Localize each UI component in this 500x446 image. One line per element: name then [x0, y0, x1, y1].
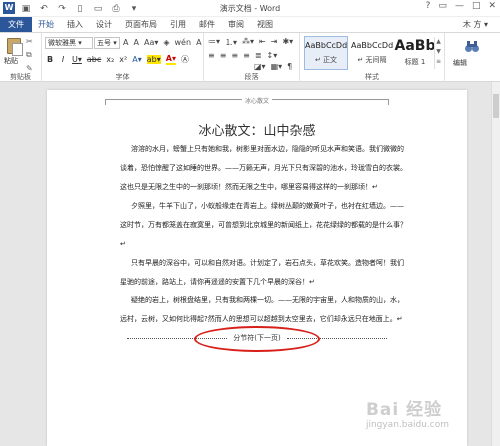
copy-icon[interactable]: ⧉: [26, 50, 33, 60]
style-name: ↵ 正文: [314, 56, 338, 64]
increase-indent-button[interactable]: ⇥: [271, 37, 278, 48]
align-right-button[interactable]: ≡: [231, 51, 238, 60]
tab-design[interactable]: 设计: [96, 17, 112, 33]
tab-review[interactable]: 审阅: [228, 17, 244, 33]
shrink-font-icon[interactable]: A: [133, 38, 138, 47]
title-bar: W ▣ ↶ ↷ ▯ ▭ ⎙ ▾ 演示文档 - Word ? ▭ — □ ✕: [0, 0, 500, 17]
vertical-scrollbar[interactable]: [491, 82, 500, 446]
text-effects-button[interactable]: A▾: [132, 55, 142, 64]
bold-button[interactable]: B: [46, 55, 54, 64]
align-center-button[interactable]: ≡: [220, 51, 227, 60]
help-button[interactable]: ?: [426, 1, 431, 11]
editing-group: 编辑: [445, 33, 500, 83]
find-binoculars-icon[interactable]: [464, 38, 480, 54]
maximize-button[interactable]: □: [472, 1, 481, 11]
bullets-button[interactable]: ≔▾: [208, 37, 220, 48]
styles-group: AaBbCcDd ↵ 正文 AaBbCcDd ↵ 无间隔 AaBb 标题 1 ▲…: [300, 33, 445, 83]
style-sample: AaBb: [394, 38, 436, 54]
underline-button[interactable]: U▾: [72, 55, 82, 64]
ribbon-display-button[interactable]: ▭: [438, 1, 447, 11]
tab-home[interactable]: 开始: [38, 17, 54, 33]
minimize-button[interactable]: —: [455, 1, 464, 11]
highlight-button[interactable]: ab▾: [146, 55, 161, 64]
font-group-label: 字体: [115, 73, 130, 81]
paste-icon[interactable]: [7, 38, 23, 56]
justify-button[interactable]: ≡: [243, 51, 250, 60]
change-case-icon[interactable]: Aa▾: [144, 38, 158, 47]
subscript-button[interactable]: x₂: [106, 55, 114, 64]
ribbon: 粘贴 ✂ ⧉ ✎ 剪贴板 微软雅黑 ▾ 五号 ▾ A A Aa▾ ◈ wén A…: [0, 32, 500, 83]
distributed-button[interactable]: ≣: [255, 51, 262, 60]
paragraph-row-1: ≔▾ ⒈▾ ⁂▾ ⇤ ⇥ ✱▾: [208, 37, 293, 48]
superscript-button[interactable]: x²: [119, 55, 127, 64]
page-header: 冰心散文: [47, 96, 467, 105]
paragraph-group-label: 段落: [244, 73, 259, 81]
watermark-sub: jingyan.baidu.com: [365, 420, 449, 430]
font-format-tools: B I U▾ abc x₂ x² A▾ ab▾ A▾ Ⓐ: [46, 54, 189, 65]
paragraph-row-2: ≡ ≡ ≡ ≡ ≣ ↕▾: [208, 51, 277, 60]
paste-button[interactable]: 粘贴: [4, 56, 18, 66]
user-account[interactable]: 木 方 ▾: [463, 19, 488, 30]
tab-references[interactable]: 引用: [170, 17, 186, 33]
numbering-button[interactable]: ⒈▾: [225, 37, 237, 48]
borders-button[interactable]: ▦▾: [271, 62, 283, 71]
paragraph-1: 溶溶的水月，螃蟹上只有她和我，树影里对面水边，隐隐的听见水声和笑语。我们微微的谈…: [120, 145, 407, 191]
grow-font-icon[interactable]: A: [123, 38, 128, 47]
close-button[interactable]: ✕: [488, 1, 496, 11]
tab-file[interactable]: 文件: [0, 17, 32, 32]
tab-page-layout[interactable]: 页面布局: [125, 17, 157, 33]
document-page[interactable]: 冰心散文 冰心散文：山中杂感 溶溶的水月，螃蟹上只有她和我，树影里对面水边，隐隐…: [47, 90, 467, 446]
styles-scroll[interactable]: ▲ ▼ ≡: [434, 37, 442, 69]
watermark: Bai 经验 jingyan.baidu.com: [366, 395, 449, 430]
cut-icon[interactable]: ✂: [26, 37, 33, 46]
italic-button[interactable]: I: [59, 55, 67, 64]
strikethrough-button[interactable]: abc: [87, 55, 101, 64]
editing-button[interactable]: 编辑: [453, 58, 467, 68]
scroll-thumb[interactable]: [493, 94, 499, 118]
paragraph-2: 夕照里，牛羊下山了，小蚁般缘走在青岩上。绿树丛颠的嫩黄叶子，也衬在红墙边。——这…: [120, 202, 407, 248]
style-normal[interactable]: AaBbCcDd ↵ 正文: [304, 36, 348, 70]
highlight-ellipse: [194, 326, 320, 352]
clipboard-group: 粘贴 ✂ ⧉ ✎ 剪贴板: [0, 33, 42, 83]
tab-view[interactable]: 视图: [257, 17, 273, 33]
enclose-char-button[interactable]: Ⓐ: [181, 54, 189, 65]
line-spacing-button[interactable]: ↕▾: [267, 51, 278, 60]
style-name: 标题 1: [404, 58, 426, 66]
clipboard-mini-tools: ✂ ⧉ ✎: [26, 37, 33, 73]
multilevel-list-button[interactable]: ⁂▾: [242, 37, 254, 48]
page-header-text: 冰心散文: [241, 98, 272, 105]
font-color-button[interactable]: A▾: [165, 54, 176, 65]
paragraph-4: 疑绝的岩上，树根盘结里，只有我和两棵一切。——无限的宇宙里，人和物质的山，水，远…: [120, 296, 404, 323]
style-sample: AaBbCcDd: [351, 41, 394, 50]
paragraph-3: 只有早晨的深谷中，可以和自然对语。计划定了，岩石点头，草花欢笑。造物者呵！我们星…: [120, 259, 404, 286]
window-controls: ? ▭ — □ ✕: [426, 1, 496, 11]
watermark-main: Bai 经验: [365, 400, 443, 420]
paragraph-row-3: ◪▾ ▦▾ ¶: [254, 62, 292, 71]
font-size-select[interactable]: 五号 ▾: [94, 37, 120, 49]
tab-mailings[interactable]: 邮件: [199, 17, 215, 33]
paragraph-group: ≔▾ ⒈▾ ⁂▾ ⇤ ⇥ ✱▾ ≡ ≡ ≡ ≡ ≣ ↕▾ ◪▾ ▦▾ ¶ 段落: [204, 33, 300, 83]
style-no-spacing[interactable]: AaBbCcDd ↵ 无间隔: [350, 36, 394, 70]
tab-insert[interactable]: 插入: [67, 17, 83, 33]
decrease-indent-button[interactable]: ⇤: [259, 37, 266, 48]
clear-format-icon[interactable]: ◈: [163, 38, 169, 47]
show-marks-button[interactable]: ¶: [287, 62, 292, 71]
clipboard-group-label: 剪贴板: [10, 73, 31, 81]
document-title: 冰心散文：山中杂感: [198, 124, 316, 139]
style-heading-1[interactable]: AaBb 标题 1: [393, 36, 437, 70]
style-name: ↵ 无间隔: [357, 56, 387, 64]
style-sample: AaBbCcDd: [305, 41, 348, 50]
align-left-button[interactable]: ≡: [208, 51, 215, 60]
ribbon-tabs: 文件 开始 插入 设计 页面布局 引用 邮件 审阅 视图 木 方 ▾: [0, 17, 500, 33]
tab-list: 开始 插入 设计 页面布局 引用 邮件 审阅 视图: [38, 17, 273, 33]
asian-layout-button[interactable]: ✱▾: [282, 37, 293, 48]
shading-button[interactable]: ◪▾: [254, 62, 266, 71]
phonetic-guide-icon[interactable]: wén: [175, 38, 192, 47]
font-name-select[interactable]: 微软雅黑 ▾: [45, 37, 93, 49]
font-group: 微软雅黑 ▾ 五号 ▾ A A Aa▾ ◈ wén A B I U▾ abc x…: [42, 33, 204, 83]
styles-group-label: 样式: [365, 73, 379, 81]
char-border-icon[interactable]: A: [196, 38, 201, 47]
font-misc-tools: A A Aa▾ ◈ wén A: [123, 38, 202, 47]
